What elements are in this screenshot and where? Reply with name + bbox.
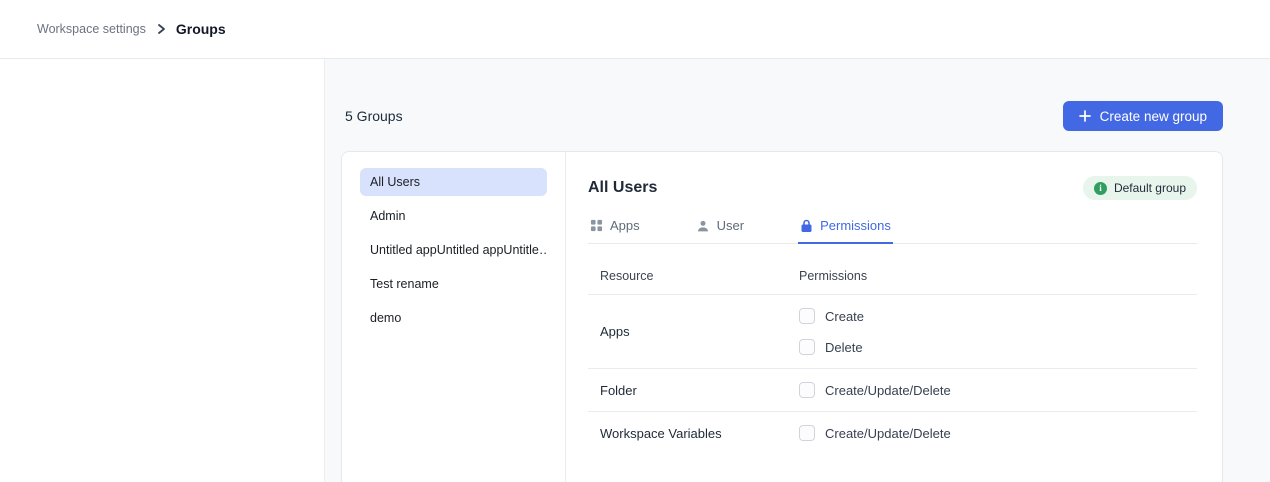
groups-card: All Users Admin Untitled appUntitled app…: [341, 151, 1223, 482]
permission-workspace-variables-cud: Create/Update/Delete: [799, 425, 1197, 441]
checkbox-label: Create: [825, 309, 864, 324]
group-item-demo[interactable]: demo: [360, 304, 547, 332]
detail-header: All Users i Default group: [588, 176, 1197, 200]
tab-apps[interactable]: Apps: [588, 214, 642, 243]
table-header-row: Resource Permissions: [588, 267, 1197, 295]
resource-label: Folder: [588, 382, 799, 398]
detail-tabs: Apps User: [588, 214, 1197, 244]
user-icon: [696, 219, 710, 233]
content-header: 5 Groups Create new group: [341, 101, 1223, 131]
default-group-badge: i Default group: [1083, 176, 1197, 200]
groups-content: 5 Groups Create new group All Users Admi…: [325, 59, 1270, 482]
checkbox-label: Create/Update/Delete: [825, 426, 951, 441]
table-row-apps: Apps Create Delete: [588, 295, 1197, 369]
permissions-column-header: Permissions: [799, 269, 867, 283]
default-group-label: Default group: [1114, 181, 1186, 195]
resource-column-header: Resource: [600, 269, 654, 283]
tab-permissions[interactable]: Permissions: [798, 214, 893, 243]
group-item-untitled-app[interactable]: Untitled appUntitled appUntitle…: [360, 236, 547, 264]
checkbox-workspace-variables-cud[interactable]: [799, 425, 815, 441]
group-list: All Users Admin Untitled appUntitled app…: [342, 152, 566, 482]
table-row-workspace-variables: Workspace Variables Create/Update/Delete: [588, 412, 1197, 454]
tab-apps-label: Apps: [610, 218, 640, 233]
tab-user-label: User: [717, 218, 744, 233]
settings-sidebar: [0, 59, 325, 482]
tab-permissions-label: Permissions: [820, 218, 891, 233]
group-item-all-users[interactable]: All Users: [360, 168, 547, 196]
plus-icon: [1079, 110, 1091, 122]
create-new-group-button[interactable]: Create new group: [1063, 101, 1223, 131]
chevron-right-icon: [155, 23, 167, 35]
checkbox-apps-create[interactable]: [799, 308, 815, 324]
resource-label: Workspace Variables: [588, 425, 799, 441]
groups-count-label: 5 Groups: [341, 108, 403, 124]
breadcrumb-groups: Groups: [176, 21, 226, 37]
checkbox-folder-cud[interactable]: [799, 382, 815, 398]
permission-apps-delete: Delete: [799, 339, 1197, 355]
breadcrumb-workspace-settings[interactable]: Workspace settings: [37, 22, 146, 36]
info-icon: i: [1094, 182, 1107, 195]
group-item-admin[interactable]: Admin: [360, 202, 547, 230]
top-bar: Workspace settings Groups: [0, 0, 1270, 59]
table-row-folder: Folder Create/Update/Delete: [588, 369, 1197, 412]
tab-user[interactable]: User: [694, 214, 746, 243]
page-body: 5 Groups Create new group All Users Admi…: [0, 59, 1270, 482]
checkbox-label: Delete: [825, 340, 863, 355]
create-new-group-label: Create new group: [1100, 109, 1207, 124]
group-item-test-rename[interactable]: Test rename: [360, 270, 547, 298]
group-detail-panel: All Users i Default group: [566, 152, 1222, 482]
group-title: All Users: [588, 179, 657, 197]
lock-icon: [800, 219, 813, 233]
permissions-table: Resource Permissions Apps Create: [588, 267, 1197, 454]
checkbox-label: Create/Update/Delete: [825, 383, 951, 398]
permission-folder-cud: Create/Update/Delete: [799, 382, 1197, 398]
apps-grid-icon: [590, 219, 603, 232]
checkbox-apps-delete[interactable]: [799, 339, 815, 355]
resource-label: Apps: [588, 308, 799, 355]
permission-apps-create: Create: [799, 308, 1197, 324]
